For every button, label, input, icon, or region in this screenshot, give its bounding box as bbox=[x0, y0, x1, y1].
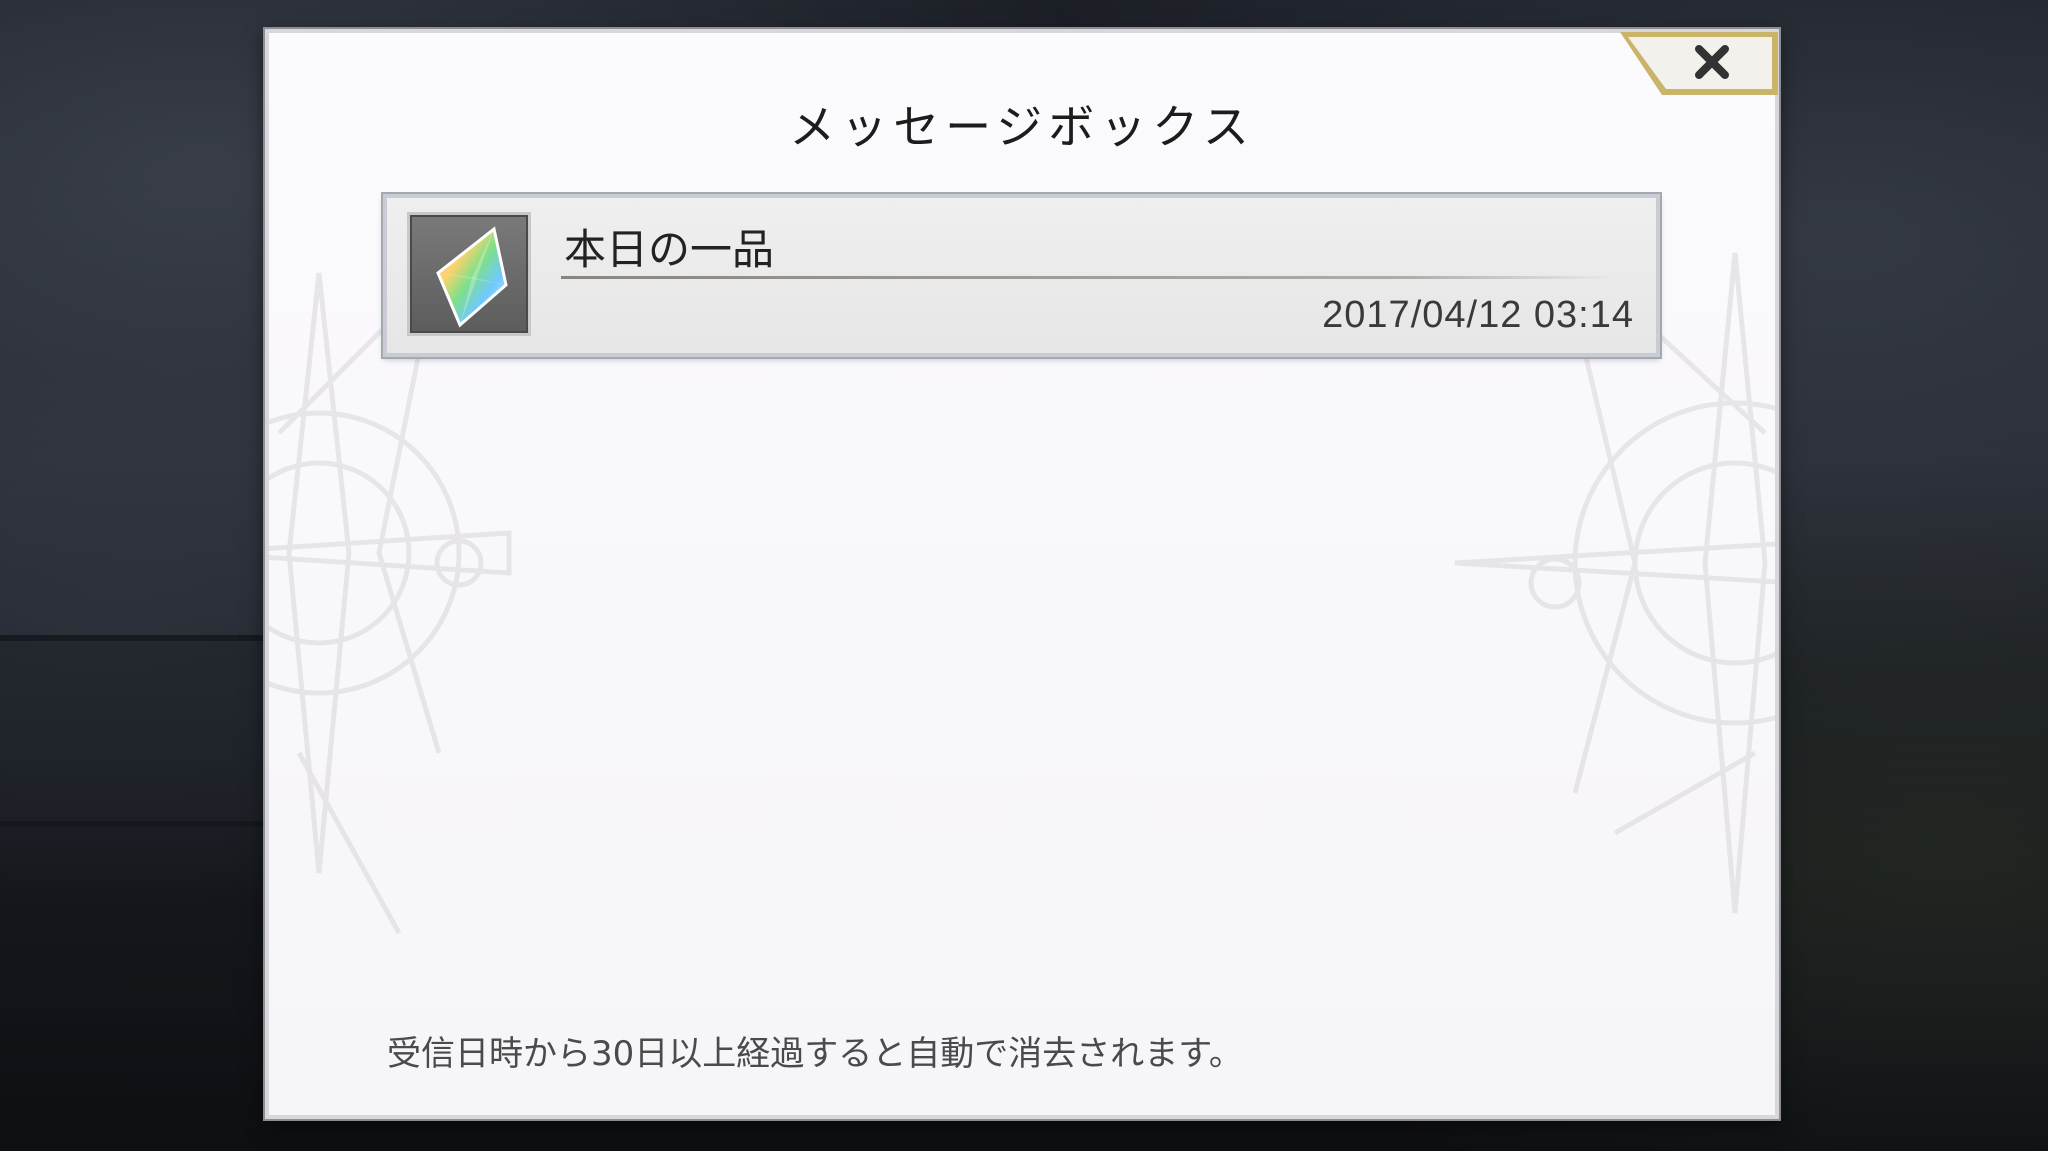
dialog-title: メッセージボックス bbox=[789, 100, 1255, 154]
message-date: 2017/04/12 03:14 bbox=[1322, 294, 1634, 336]
close-icon bbox=[1620, 32, 1778, 95]
auto-delete-notice: 受信日時から30日以上経過すると自動で消去されます。 bbox=[387, 1034, 1243, 1074]
rainbow-crystal-icon bbox=[436, 226, 508, 328]
item-thumbnail bbox=[407, 212, 531, 336]
message-title: 本日の一品 bbox=[564, 225, 775, 274]
message-box-dialog: メッセージボックス bbox=[265, 29, 1779, 1119]
close-button[interactable] bbox=[1618, 29, 1780, 97]
message-divider bbox=[561, 276, 1617, 279]
message-list-item[interactable]: 本日の一品 2017/04/12 03:14 bbox=[383, 194, 1660, 357]
background-structure bbox=[0, 635, 276, 827]
